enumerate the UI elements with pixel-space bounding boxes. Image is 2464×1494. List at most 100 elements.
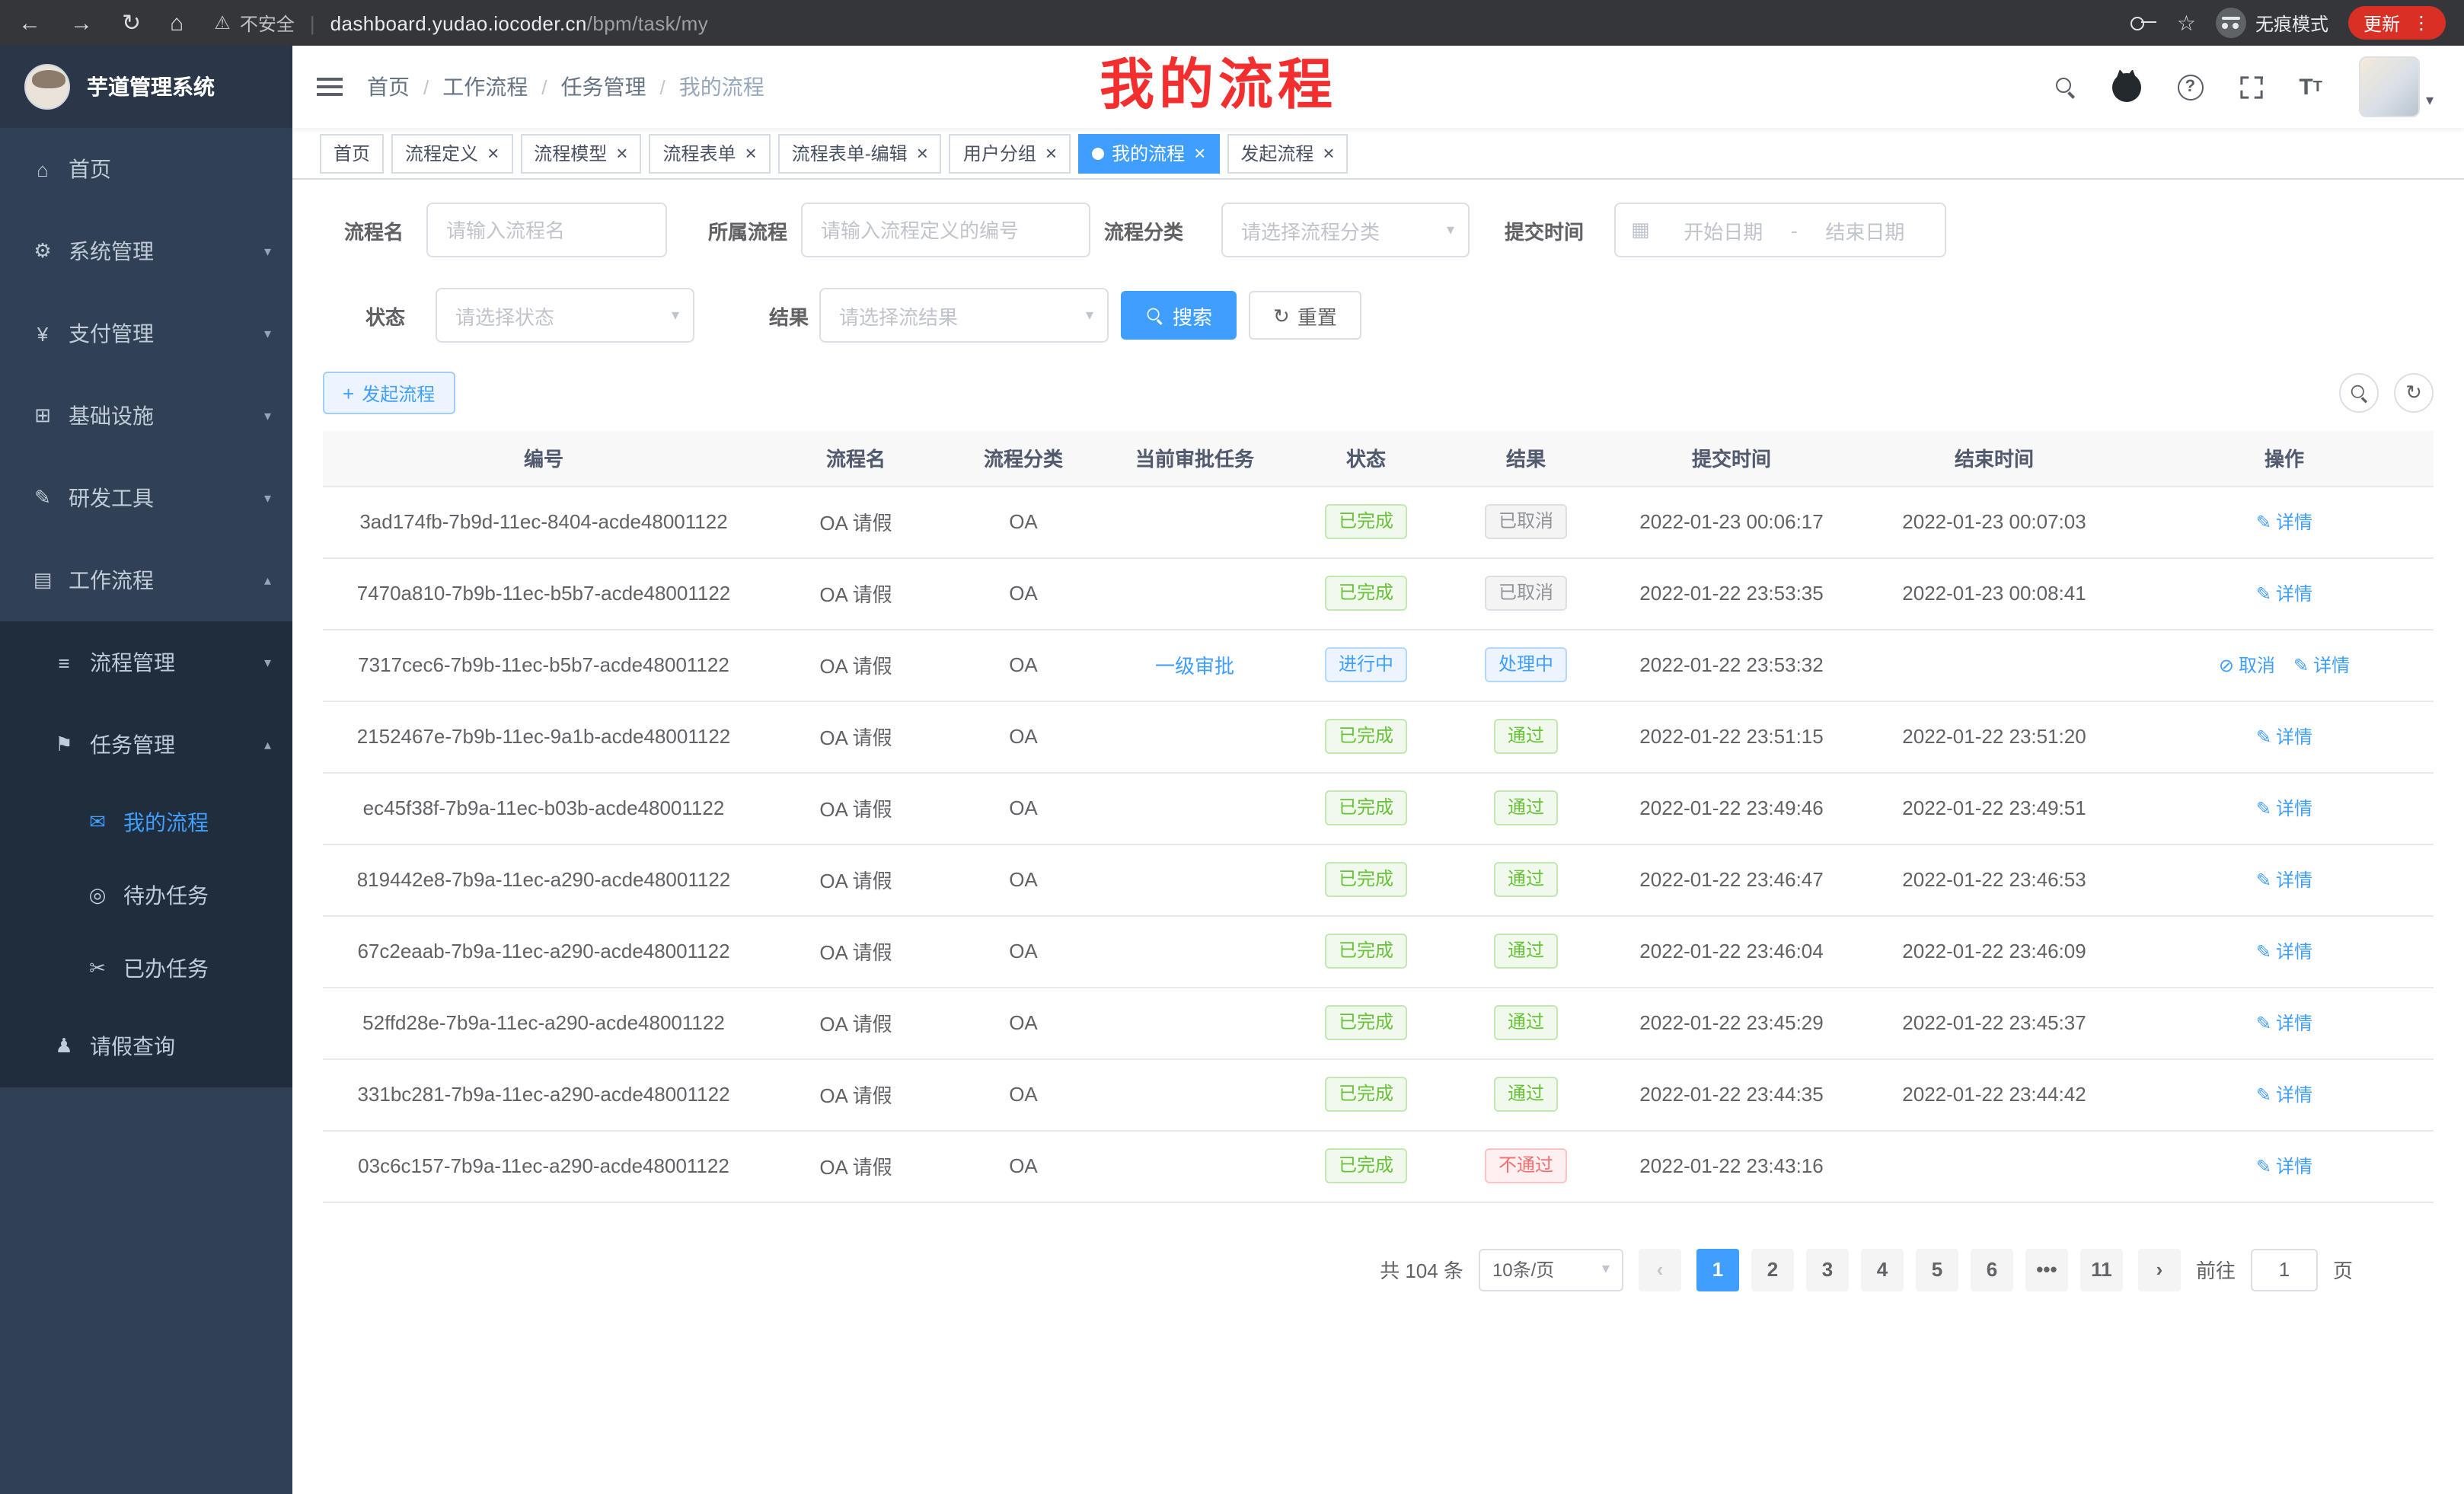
hamburger-button[interactable]	[292, 46, 367, 128]
logo-row[interactable]: 芋道管理系统	[0, 46, 292, 128]
tab-process-form[interactable]: 流程表单 ×	[649, 133, 770, 173]
detail-button[interactable]: ✎详情	[2256, 795, 2312, 821]
browser-home-icon[interactable]: ⌂	[170, 11, 184, 34]
bookmark-star-icon[interactable]: ☆	[2177, 10, 2196, 36]
page-button-4[interactable]: 4	[1861, 1248, 1904, 1291]
cell-end-time: 2022-01-23 00:07:03	[1853, 486, 2135, 557]
cell-id: 7470a810-7b9b-11ec-b5b7-acde48001122	[323, 557, 764, 629]
user-menu[interactable]: ▾	[2359, 56, 2434, 117]
sidebar-item-workflow[interactable]: ▤工作流程▴	[0, 539, 292, 621]
refresh-table-button[interactable]: ↻	[2394, 373, 2434, 413]
help-icon[interactable]: ?	[2177, 74, 2203, 100]
sidebar-item-dev-tools[interactable]: ✎研发工具▾	[0, 457, 292, 539]
action-label: 详情	[2276, 867, 2312, 892]
detail-button[interactable]: ✎详情	[2256, 723, 2312, 749]
page-size-select[interactable]: 10条/页▾	[1479, 1248, 1623, 1291]
status-select[interactable]: 请选择状态 ▾	[436, 288, 694, 343]
page-button-5[interactable]: 5	[1916, 1248, 1958, 1291]
page-unit-label: 页	[2333, 1255, 2353, 1284]
chevron-up-icon: ▴	[264, 572, 271, 589]
current-task-link[interactable]: 一级审批	[1155, 655, 1234, 678]
detail-button[interactable]: ✎详情	[2256, 1153, 2312, 1179]
detail-button[interactable]: ✎详情	[2256, 867, 2312, 892]
breadcrumb-item[interactable]: 首页	[367, 72, 410, 102]
action-label: 详情	[2313, 652, 2350, 678]
reload-icon[interactable]: ↻	[122, 11, 141, 34]
browser-update-button[interactable]: 更新 ⋮	[2348, 6, 2446, 40]
sidebar-item-todo-task[interactable]: ◎待办任务	[0, 859, 292, 932]
result-tag: 不通过	[1485, 1148, 1567, 1183]
close-icon[interactable]: ×	[1045, 143, 1057, 163]
detail-button[interactable]: ✎详情	[2256, 509, 2312, 535]
close-icon[interactable]: ×	[487, 143, 499, 163]
reset-button[interactable]: ↻ 重置	[1249, 291, 1361, 340]
close-icon[interactable]: ×	[1194, 143, 1205, 163]
detail-button[interactable]: ✎详情	[2293, 652, 2350, 678]
detail-button[interactable]: ✎详情	[2256, 580, 2312, 606]
page-content: 流程名 所属流程 流程分类 请选择流程分类 ▾ 提交时间 ▦ 开始日期 - 结束…	[292, 180, 2464, 1494]
sidebar-item-infrastructure[interactable]: ⊞基础设施▾	[0, 375, 292, 457]
toggle-search-button[interactable]	[2339, 373, 2379, 413]
cell-status: 已完成	[1290, 557, 1442, 629]
close-icon[interactable]: ×	[1323, 143, 1334, 163]
page-button-2[interactable]: 2	[1751, 1248, 1794, 1291]
incognito-icon	[2216, 8, 2246, 38]
close-icon[interactable]: ×	[616, 143, 627, 163]
detail-button[interactable]: ✎详情	[2256, 1081, 2312, 1107]
breadcrumb-item[interactable]: 任务管理	[561, 72, 646, 102]
github-icon[interactable]	[2111, 72, 2140, 101]
create-process-button[interactable]: + 发起流程	[323, 372, 455, 414]
search-button[interactable]: 搜索	[1121, 291, 1237, 340]
result-select[interactable]: 请选择流结果 ▾	[819, 288, 1109, 343]
close-icon[interactable]: ×	[917, 143, 928, 163]
browser-menu-icon[interactable]: ⋮	[2412, 12, 2430, 34]
sidebar-item-payment-manage[interactable]: ¥支付管理▾	[0, 292, 292, 375]
tab-label: 流程表单	[662, 140, 736, 166]
page-button-11[interactable]: 11	[2080, 1248, 2123, 1291]
breadcrumb-item[interactable]: 工作流程	[442, 72, 528, 102]
sidebar-menu: ⌂首页⚙系统管理▾¥支付管理▾⊞基础设施▾✎研发工具▾▤工作流程▴≡流程管理▾⚑…	[0, 128, 292, 1494]
prev-page-button[interactable]: ‹	[1639, 1248, 1681, 1291]
font-size-icon[interactable]: TT	[2299, 74, 2322, 100]
sidebar-item-leave-query[interactable]: ♟请假查询	[0, 1005, 292, 1087]
pagination-total: 共 104 条	[1380, 1255, 1463, 1284]
fullscreen-icon[interactable]	[2239, 75, 2262, 98]
sidebar-item-label: 首页	[69, 154, 111, 184]
submit-time-range-picker[interactable]: ▦ 开始日期 - 结束日期	[1614, 203, 1946, 257]
workflow-icon: ▤	[30, 568, 55, 592]
category-select[interactable]: 请选择流程分类 ▾	[1221, 203, 1470, 257]
address-bar[interactable]: ⚠ 不安全 | dashboard.yudao.iocoder.cn/bpm/t…	[214, 10, 708, 36]
sidebar-item-system-manage[interactable]: ⚙系统管理▾	[0, 210, 292, 292]
goto-page-input[interactable]	[2251, 1248, 2318, 1291]
process-name-input[interactable]	[426, 203, 667, 257]
tab-process-form-edit[interactable]: 流程表单-编辑×	[778, 133, 942, 173]
tab-process-model[interactable]: 流程模型×	[520, 133, 641, 173]
cell-submit-time: 2022-01-22 23:49:46	[1610, 772, 1853, 844]
sidebar-item-task-manage[interactable]: ⚑任务管理▴	[0, 704, 292, 786]
forward-icon[interactable]: →	[70, 11, 93, 34]
detail-button[interactable]: ✎详情	[2256, 1010, 2312, 1036]
back-icon[interactable]: ←	[18, 11, 41, 34]
process-def-input[interactable]	[801, 203, 1090, 257]
sidebar-item-home[interactable]: ⌂首页	[0, 128, 292, 210]
search-icon[interactable]	[2055, 77, 2075, 97]
page-button-3[interactable]: 3	[1806, 1248, 1849, 1291]
tab-my-process[interactable]: 我的流程×	[1078, 133, 1219, 173]
next-page-button[interactable]: ›	[2138, 1248, 2181, 1291]
tab-start-process[interactable]: 发起流程×	[1227, 133, 1348, 173]
cell-current-task	[1100, 915, 1290, 987]
page-button-1[interactable]: 1	[1696, 1248, 1739, 1291]
sidebar-item-done-task[interactable]: ✂已办任务	[0, 932, 292, 1005]
key-icon[interactable]	[2131, 17, 2157, 29]
app-title: 芋道管理系统	[87, 72, 215, 102]
close-icon[interactable]: ×	[745, 143, 757, 163]
page-button-6[interactable]: 6	[1971, 1248, 2013, 1291]
cancel-button[interactable]: ⊘取消	[2219, 652, 2275, 678]
sidebar-item-my-process[interactable]: ✉我的流程	[0, 786, 292, 859]
sidebar-item-process-manage[interactable]: ≡流程管理▾	[0, 621, 292, 704]
more-pages-button[interactable]: •••	[2025, 1248, 2068, 1291]
detail-button[interactable]: ✎详情	[2256, 938, 2312, 964]
tab-process-definition[interactable]: 流程定义×	[391, 133, 512, 173]
tab-home[interactable]: 首页	[320, 133, 384, 173]
tab-user-group[interactable]: 用户分组×	[950, 133, 1071, 173]
